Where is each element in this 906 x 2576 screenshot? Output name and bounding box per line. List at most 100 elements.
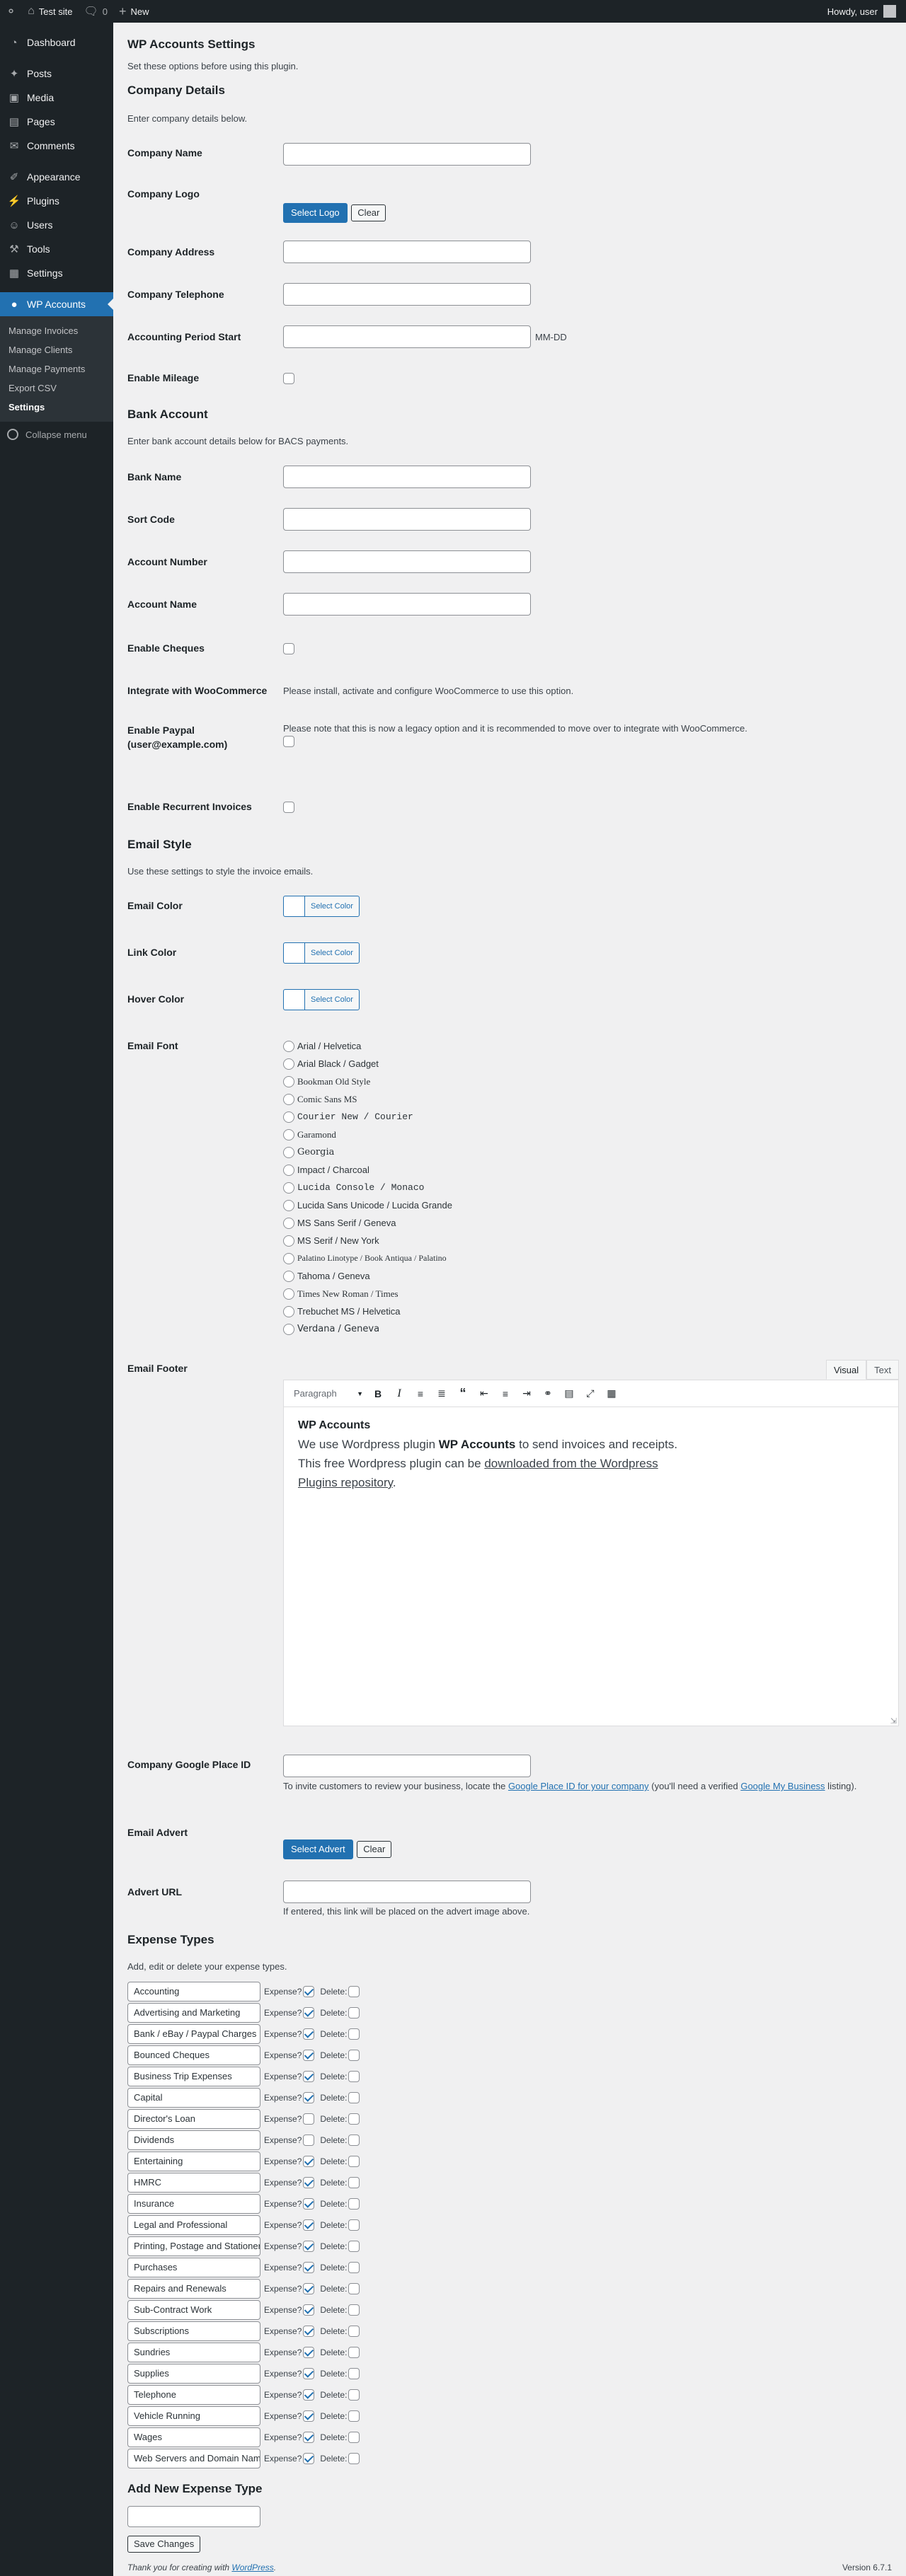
tab-visual[interactable]: Visual [825,1360,867,1380]
sidebar-item-plugins[interactable]: ⚡ Plugins [0,189,113,213]
submenu-manage-invoices[interactable]: Manage Invoices [0,321,113,340]
delete-checkbox[interactable] [348,2028,360,2040]
font-option[interactable]: Arial / Helvetica [283,1037,452,1055]
expense-type-name-input[interactable]: Wages [127,2427,260,2447]
expense-flag-checkbox[interactable] [303,2326,315,2337]
delete-checkbox[interactable] [348,2410,360,2422]
font-radio[interactable] [283,1164,294,1176]
clear-advert-button[interactable]: Clear [357,1841,392,1858]
font-radio[interactable] [283,1182,294,1194]
delete-checkbox[interactable] [348,2177,360,2188]
numbered-list-icon[interactable]: ≣ [431,1387,452,1399]
email-color-picker[interactable]: Select Color [283,896,360,917]
sort-code-input[interactable] [283,508,531,531]
expense-type-name-input[interactable]: Insurance [127,2194,260,2214]
font-radio[interactable] [283,1075,294,1087]
expense-flag-checkbox[interactable] [303,2432,315,2443]
font-radio[interactable] [283,1323,294,1335]
font-option[interactable]: Bookman Old Style [283,1073,452,1090]
wordpress-link[interactable]: WordPress [231,2563,273,2572]
expense-type-name-input[interactable]: Bank / eBay / Paypal Charges [127,2024,260,2044]
enable-mileage-checkbox[interactable] [283,372,294,384]
expense-type-name-input[interactable]: Vehicle Running [127,2406,260,2426]
delete-checkbox[interactable] [348,2007,360,2018]
expense-type-name-input[interactable]: Repairs and Renewals [127,2279,260,2299]
sidebar-item-posts[interactable]: ✦ Posts [0,62,113,86]
new-expense-type-input[interactable] [127,2506,260,2527]
delete-checkbox[interactable] [348,2156,360,2167]
expense-type-name-input[interactable]: Accounting [127,1982,260,2002]
company-name-input[interactable] [283,143,531,166]
save-changes-button[interactable]: Save Changes [127,2536,201,2553]
font-radio[interactable] [283,1235,294,1247]
sidebar-item-appearance[interactable]: ✐ Appearance [0,165,113,189]
expense-type-name-input[interactable]: Legal and Professional [127,2215,260,2235]
toolbar-toggle-icon[interactable]: ▦ [601,1387,622,1399]
font-radio[interactable] [283,1128,294,1140]
expense-type-name-input[interactable]: Director's Loan [127,2109,260,2129]
expense-flag-checkbox[interactable] [303,2241,315,2252]
font-radio[interactable] [283,1305,294,1317]
comments-link[interactable]: 🗨 0 [78,0,113,23]
expense-flag-checkbox[interactable] [303,2198,315,2210]
expense-type-name-input[interactable]: Capital [127,2088,260,2108]
recurrent-invoices-checkbox[interactable] [283,801,294,813]
sidebar-item-wp-accounts[interactable]: ● WP Accounts [0,292,113,316]
font-option[interactable]: Palatino Linotype / Book Antiqua / Palat… [283,1249,452,1267]
new-content-link[interactable]: + New [113,0,155,23]
bold-icon[interactable]: B [367,1388,389,1399]
italic-icon[interactable]: I [389,1387,410,1400]
advert-url-input[interactable] [283,1881,531,1903]
accounting-period-input[interactable] [283,325,531,348]
font-radio[interactable] [283,1146,294,1158]
link-icon[interactable]: ⚭ [537,1387,558,1399]
delete-checkbox[interactable] [348,1986,360,1997]
blockquote-icon[interactable]: “ [452,1386,474,1401]
bank-name-input[interactable] [283,466,531,488]
font-radio[interactable] [283,1199,294,1211]
expense-type-name-input[interactable]: Supplies [127,2364,260,2384]
company-address-input[interactable] [283,241,531,263]
expense-type-name-input[interactable]: Bounced Cheques [127,2045,260,2065]
font-option[interactable]: Trebuchet MS / Helvetica [283,1303,452,1320]
delete-checkbox[interactable] [348,2326,360,2337]
font-radio[interactable] [283,1252,294,1264]
expense-flag-checkbox[interactable] [303,2092,315,2103]
align-center-icon[interactable]: ≡ [495,1388,516,1399]
sidebar-item-pages[interactable]: ▤ Pages [0,110,113,134]
sidebar-item-tools[interactable]: ⚒ Tools [0,237,113,261]
submenu-export-csv[interactable]: Export CSV [0,379,113,398]
expense-flag-checkbox[interactable] [303,2347,315,2358]
hover-color-picker[interactable]: Select Color [283,989,360,1010]
delete-checkbox[interactable] [348,2219,360,2231]
delete-checkbox[interactable] [348,2283,360,2294]
wordpress-logo-icon[interactable]: ⚬ [0,0,22,23]
email-footer-editor[interactable]: Paragraph ▼ B I ≡ ≣ “ ⇤ ≡ ⇥ ⚭ ▤ ⤢ ▦ WP A… [283,1380,899,1726]
font-option[interactable]: Impact / Charcoal [283,1161,452,1179]
sidebar-item-dashboard[interactable]: ◔ Dashboard [0,30,113,54]
font-radio[interactable] [283,1217,294,1229]
read-more-icon[interactable]: ▤ [558,1387,580,1399]
expense-type-name-input[interactable]: Subscriptions [127,2321,260,2341]
expense-flag-checkbox[interactable] [303,2410,315,2422]
submenu-settings[interactable]: Settings [0,398,113,417]
font-option[interactable]: Lucida Sans Unicode / Lucida Grande [283,1196,452,1214]
expense-type-name-input[interactable]: Sub-Contract Work [127,2300,260,2320]
delete-checkbox[interactable] [348,2071,360,2082]
expense-flag-checkbox[interactable] [303,2304,315,2316]
expense-flag-checkbox[interactable] [303,2453,315,2464]
delete-checkbox[interactable] [348,2432,360,2443]
expense-flag-checkbox[interactable] [303,2071,315,2082]
delete-checkbox[interactable] [348,2262,360,2273]
font-option[interactable]: Comic Sans MS [283,1090,452,1108]
expense-type-name-input[interactable]: Printing, Postage and Stationery [127,2236,260,2256]
delete-checkbox[interactable] [348,2135,360,2146]
submenu-manage-payments[interactable]: Manage Payments [0,359,113,379]
delete-checkbox[interactable] [348,2453,360,2464]
expense-type-name-input[interactable]: Telephone [127,2385,260,2405]
font-option[interactable]: MS Serif / New York [283,1232,452,1249]
clear-logo-button[interactable]: Clear [351,204,386,221]
expense-flag-checkbox[interactable] [303,2156,315,2167]
account-name-input[interactable] [283,593,531,616]
google-place-id-link[interactable]: Google Place ID for your company [508,1781,649,1791]
